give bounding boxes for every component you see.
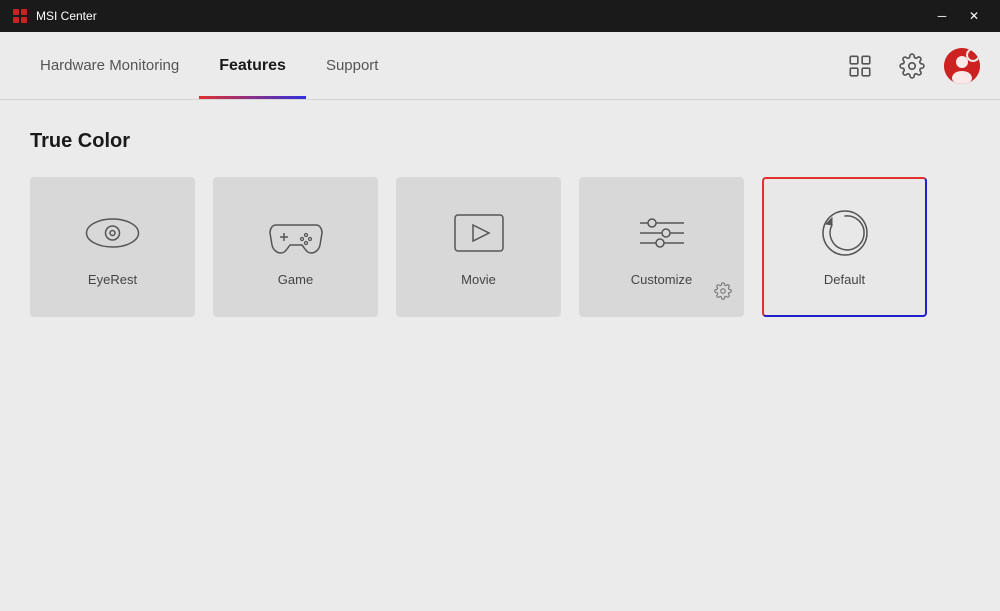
minimize-button[interactable]: ─ xyxy=(928,6,956,26)
avatar-icon xyxy=(944,48,980,84)
grid-icon xyxy=(847,53,873,79)
eye-svg xyxy=(85,214,140,252)
close-button[interactable]: ✕ xyxy=(960,6,988,26)
game-icon xyxy=(266,208,326,258)
tab-features[interactable]: Features xyxy=(199,32,306,99)
grid-view-button[interactable] xyxy=(840,46,880,86)
customize-gear[interactable] xyxy=(714,282,732,305)
tab-hardware-monitoring[interactable]: Hardware Monitoring xyxy=(20,32,199,99)
movie-card[interactable]: Movie xyxy=(396,177,561,317)
nav-bar: Hardware Monitoring Features Support xyxy=(0,32,1000,100)
game-card[interactable]: Game xyxy=(213,177,378,317)
app-icon xyxy=(12,8,28,24)
tab-support[interactable]: Support xyxy=(306,32,399,99)
eyerest-icon xyxy=(83,208,143,258)
game-label: Game xyxy=(278,272,313,287)
avatar-button[interactable] xyxy=(944,48,980,84)
customize-icon xyxy=(632,208,692,258)
content-area: True Color EyeRest xyxy=(0,100,1000,611)
gamepad-svg xyxy=(266,209,326,257)
movie-label: Movie xyxy=(461,272,496,287)
eyerest-label: EyeRest xyxy=(88,272,137,287)
window-controls: ─ ✕ xyxy=(928,6,988,26)
sliders-svg xyxy=(636,211,688,255)
color-mode-cards: EyeRest Game xyxy=(30,177,970,317)
app-title: MSI Center xyxy=(36,9,97,23)
refresh-svg xyxy=(818,206,872,260)
customize-label: Customize xyxy=(631,272,692,287)
nav-tabs: Hardware Monitoring Features Support xyxy=(20,32,398,99)
customize-card[interactable]: Customize xyxy=(579,177,744,317)
main-content: Hardware Monitoring Features Support xyxy=(0,32,1000,611)
settings-button[interactable] xyxy=(892,46,932,86)
movie-icon xyxy=(449,208,509,258)
gear-icon xyxy=(899,53,925,79)
eyerest-card[interactable]: EyeRest xyxy=(30,177,195,317)
title-bar: MSI Center ─ ✕ xyxy=(0,0,1000,32)
nav-right xyxy=(840,32,980,99)
default-label: Default xyxy=(824,272,865,287)
default-icon xyxy=(815,208,875,258)
section-title: True Color xyxy=(30,130,970,153)
title-bar-left: MSI Center xyxy=(12,8,97,24)
gear-small-icon xyxy=(714,282,732,300)
default-card[interactable]: Default xyxy=(762,177,927,317)
movie-svg xyxy=(451,211,507,255)
